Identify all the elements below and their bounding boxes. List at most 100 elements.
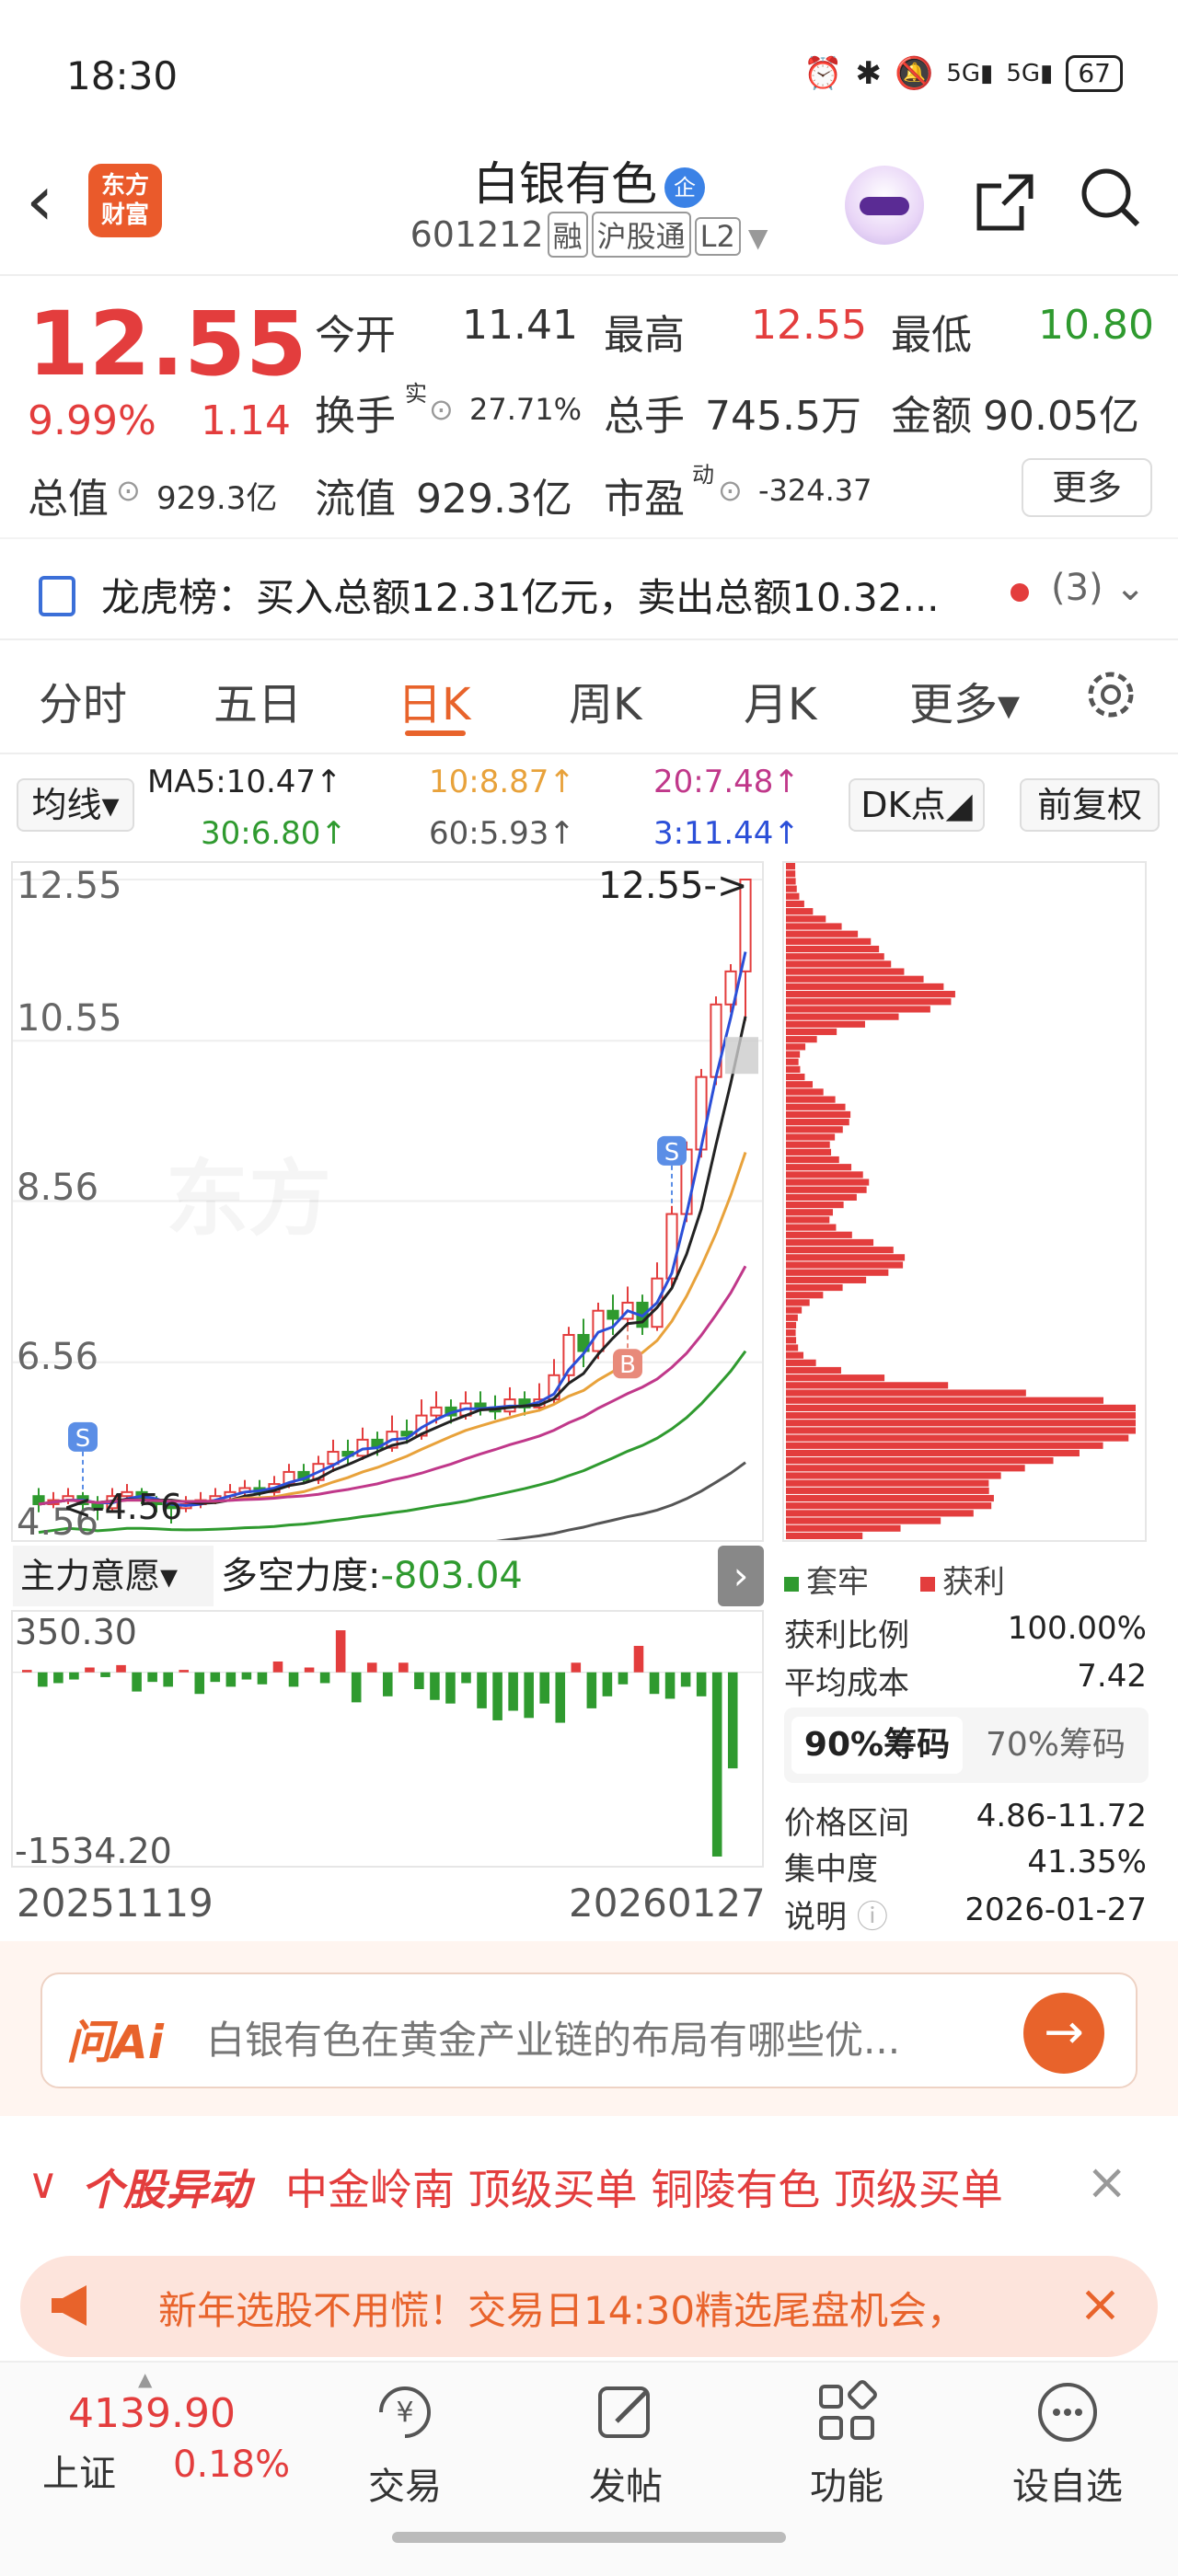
sell-marker-label: S: [664, 1139, 680, 1167]
chip-bar: [786, 953, 884, 960]
high-label: 最高: [604, 312, 685, 359]
dragon-tiger-bar[interactable]: 龙虎榜：买入总额12.31亿元，卖出总额10.32... (3) ⌄: [0, 537, 1178, 640]
chip-bar: [786, 878, 796, 885]
chip-bar: [786, 1119, 849, 1126]
info-icon[interactable]: ⊙: [429, 392, 454, 427]
tab-five-day[interactable]: 五日: [214, 668, 302, 732]
close-icon[interactable]: ×: [1086, 2153, 1127, 2211]
force-bar: [602, 1672, 613, 1696]
home-indicator: [392, 2532, 786, 2543]
arrow-right-icon[interactable]: →: [1023, 1993, 1104, 2074]
ma-toggle[interactable]: 均线▾: [17, 778, 134, 832]
caret-up-icon: ▲: [138, 2368, 153, 2390]
ai-assistant-avatar[interactable]: [845, 166, 924, 245]
tab-daily-k[interactable]: 日K: [398, 668, 470, 732]
chip-bar: [786, 1374, 885, 1382]
close-icon[interactable]: ×: [1079, 2274, 1122, 2334]
tab-monthly-k[interactable]: 月K: [744, 668, 816, 732]
chip-bar: [786, 1420, 1136, 1427]
active-tab-indicator: [405, 730, 466, 736]
chip-bar: [786, 1487, 989, 1494]
force-bar: [680, 1672, 691, 1687]
indicator-select[interactable]: 主力意愿▾: [13, 1546, 214, 1606]
search-icon[interactable]: [1077, 164, 1143, 230]
share-icon[interactable]: [972, 169, 1038, 251]
volume-label: 总手: [604, 393, 685, 440]
nav-post-label: 发帖: [589, 2466, 663, 2508]
force-bar: [272, 1661, 283, 1673]
chip-bar: [786, 1238, 874, 1247]
force-bar: [241, 1672, 252, 1680]
chip-bar: [786, 1006, 930, 1013]
note-label[interactable]: 说明 ⓘ: [784, 1892, 888, 1937]
svg-text:¥: ¥: [396, 2397, 413, 2429]
tab-chip-90[interactable]: 90%筹码: [791, 1717, 963, 1774]
index-value[interactable]: 4139.90: [68, 2390, 236, 2437]
tab-chip-70[interactable]: 70%筹码: [970, 1717, 1141, 1774]
kline-chart[interactable]: S S B: [11, 861, 764, 1542]
nav-trade[interactable]: ¥ 交易: [331, 2375, 479, 2510]
force-bar: [210, 1672, 221, 1683]
price-tick: 6.56: [17, 1336, 99, 1378]
tab-intraday[interactable]: 分时: [39, 668, 127, 732]
force-bar: [398, 1662, 409, 1673]
chip-bar: [786, 1502, 992, 1510]
ai-ask-input[interactable]: 问Ai 白银有色在黄金产业链的布局有哪些优... →: [40, 1972, 1138, 2088]
info-icon[interactable]: ⊙: [116, 473, 141, 508]
nav-functions[interactable]: 功能: [773, 2375, 920, 2510]
promo-banner[interactable]: 新年选股不用慌！交易日14:30精选尾盘机会， ×: [20, 2256, 1158, 2357]
chip-bar: [786, 1276, 867, 1283]
chip-bar: [786, 1202, 844, 1209]
nav-watchlist[interactable]: 设自选: [994, 2375, 1141, 2510]
forward-adjust-button[interactable]: 前复权: [1020, 778, 1160, 832]
info-icon[interactable]: ⊙: [718, 473, 743, 508]
chip-bar: [786, 1020, 865, 1028]
concentration-label: 集中度: [784, 1851, 878, 1888]
force-bar: [664, 1672, 676, 1699]
chip-bar: [786, 1186, 867, 1193]
chip-bar: [786, 937, 872, 945]
chip-bar: [786, 870, 796, 878]
sub-tick: 350.30: [15, 1612, 137, 1652]
trade-icon: ¥: [368, 2375, 442, 2449]
force-bar: [38, 1672, 48, 1687]
force-bar: [85, 1667, 95, 1673]
change-amount: 1.14: [201, 397, 291, 444]
avg-cost-label: 平均成本: [784, 1665, 909, 1702]
nav-post[interactable]: 发帖: [552, 2375, 699, 2510]
chip-distribution-chart[interactable]: [782, 861, 1147, 1542]
dk-point-button[interactable]: DK点◢: [849, 778, 985, 832]
chevron-down-icon[interactable]: ∨: [28, 2158, 59, 2208]
force-bar: [366, 1662, 377, 1673]
chip-bar: [786, 915, 826, 923]
tab-more[interactable]: 更多▾: [909, 668, 1020, 732]
ai-logo: 问Ai: [66, 2016, 164, 2069]
promo-text: 新年选股不用慌！交易日14:30精选尾盘机会，: [158, 2288, 966, 2333]
chip-bar: [786, 1532, 863, 1539]
tag-l2: L2: [694, 217, 741, 256]
stock-alert-row[interactable]: ∨ 个股异动 中金岭南 顶级买单 铜陵有色 顶级买单 ×: [0, 2144, 1178, 2226]
chip-bar: [786, 991, 955, 998]
candle-body: [606, 1309, 619, 1320]
more-dots-icon: [1031, 2375, 1104, 2449]
tag-margin: 融: [547, 212, 588, 258]
chip-bar: [786, 1404, 1136, 1411]
more-button[interactable]: 更多: [1022, 458, 1152, 517]
chip-bar: [786, 1231, 852, 1238]
chip-bar: [786, 1013, 899, 1020]
chip-bar: [786, 1427, 1136, 1434]
chip-bar: [786, 1389, 1026, 1397]
chip-bar: [786, 1209, 833, 1216]
high-value: 12.55: [751, 302, 867, 349]
force-bar: [132, 1672, 142, 1692]
force-bar: [508, 1672, 518, 1711]
pe-value: -324.37: [758, 473, 872, 508]
expand-arrow-icon[interactable]: ›: [718, 1546, 764, 1606]
ma30-value: 30:6.80↑: [201, 815, 347, 852]
dragon-tiger-count: (3) ⌄: [1051, 567, 1146, 609]
tab-weekly-k[interactable]: 周K: [569, 668, 641, 732]
gear-icon[interactable]: [1082, 666, 1139, 727]
force-bar: [351, 1672, 362, 1703]
price-tick: 12.55: [17, 865, 122, 907]
mktcap-value: 929.3亿: [156, 480, 278, 517]
